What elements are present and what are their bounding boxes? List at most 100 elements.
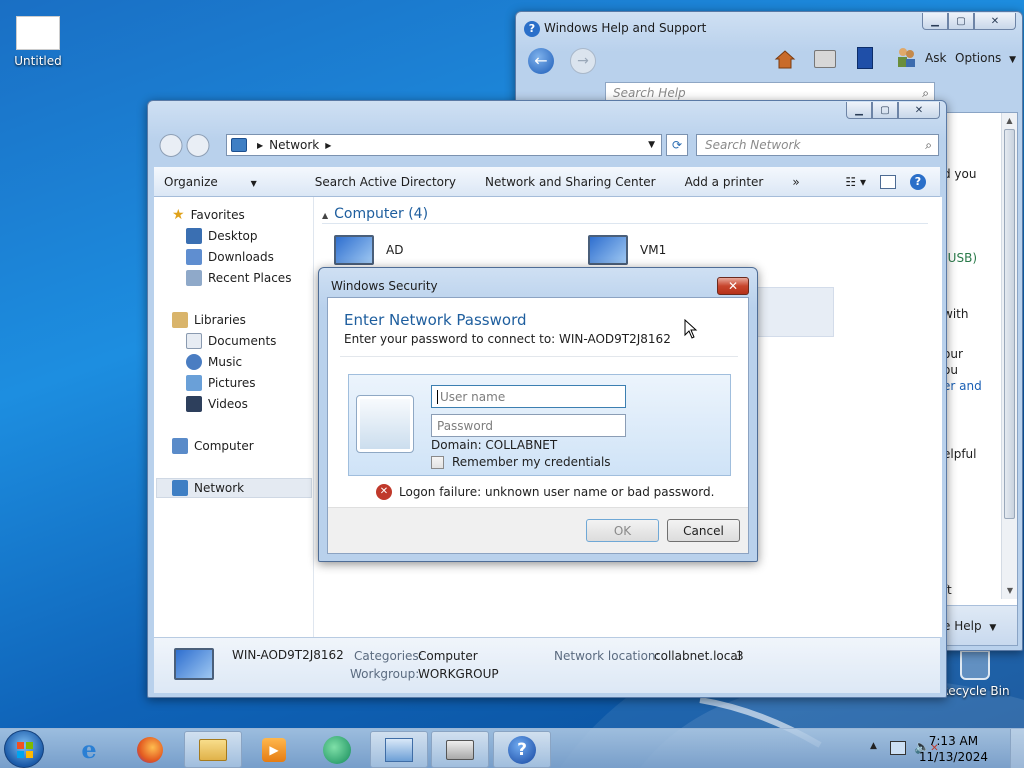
nav-item-computer[interactable]: Computer [172,436,254,456]
nav-item-favorites[interactable]: ★ Favorites [172,205,245,225]
help-text-fragment: elpful [943,447,977,461]
organize-menu[interactable]: Organize ▼ [164,175,286,189]
help-scrollbar[interactable]: ▲ ▼ [1001,113,1017,599]
nav-item-label: Videos [208,397,248,411]
address-dropdown-icon[interactable]: ▼ [648,140,655,150]
help-icon[interactable]: ? [910,173,926,190]
taskbar-ie[interactable]: e [60,731,118,768]
nav-back-forward[interactable] [158,133,214,158]
browse-help-icon[interactable] [857,47,873,69]
search-icon: ⌕ [922,85,929,100]
network-icon [231,138,247,152]
details-workgroup-value: WORKGROUP [418,667,499,681]
search-ad-button[interactable]: Search Active Directory [315,175,456,189]
options-label: Options [955,51,1002,65]
computer-icon [588,235,628,265]
help-icon: ? [508,735,536,764]
more-commands-button[interactable]: » [792,175,799,189]
nav-item-libraries[interactable]: Libraries [172,310,246,330]
view-options-icon[interactable]: ☷ ▾ [845,175,866,189]
desktop-icon-recycle-bin[interactable]: Recycle Bin [935,650,1015,698]
nav-item-documents[interactable]: Documents [186,331,276,351]
maximize-button[interactable]: ▢ [948,13,974,30]
ask-label[interactable]: Ask [925,51,946,65]
minimize-button[interactable]: ▁ [922,13,948,30]
ok-button[interactable]: OK [586,519,659,542]
network-icon [172,480,188,496]
nav-item-downloads[interactable]: Downloads [186,247,274,267]
desktop-icon-label: Untitled [14,54,62,68]
nav-item-videos[interactable]: Videos [186,394,248,414]
dialog-separator [340,356,738,357]
preview-pane-icon[interactable] [880,174,896,189]
minimize-button[interactable]: ▁ [846,102,872,119]
network-item-ad[interactable]: AD [334,235,403,265]
start-button[interactable] [4,730,44,768]
group-header[interactable]: ▲ Computer (4) [322,206,928,224]
password-placeholder: Password [437,418,494,433]
scroll-down-arrow[interactable]: ▼ [1002,583,1018,599]
ask-icon[interactable] [896,46,916,68]
taskbar-app[interactable] [308,731,366,768]
taskbar-firefox[interactable] [121,731,179,768]
username-field[interactable]: User name [431,385,626,408]
dialog-footer: OK Cancel [328,507,748,553]
dialog-heading: Enter Network Password [344,311,527,329]
close-button[interactable]: ✕ [898,102,940,119]
explorer-search-input[interactable]: Search Network ⌕ [696,134,939,156]
refresh-button[interactable]: ⟳ [666,134,688,156]
dialog-close-button[interactable]: ✕ [717,277,749,295]
remember-checkbox[interactable] [431,455,444,469]
taskbar-control-panel[interactable] [370,731,428,768]
close-button[interactable]: ✕ [974,13,1016,30]
remember-label: Remember my credentials [452,455,611,469]
username-placeholder: User name [440,389,506,404]
error-text: Logon failure: unknown user name or bad … [399,485,715,499]
nav-item-network[interactable]: Network [172,478,244,498]
network-sharing-button[interactable]: Network and Sharing Center [485,175,656,189]
nav-item-label: Computer [194,439,254,453]
taskbar-help[interactable]: ? [493,731,551,768]
taskbar-media-player[interactable]: ▶ [245,731,303,768]
home-icon[interactable] [774,48,796,70]
network-tray-icon[interactable] [890,741,906,755]
print-icon[interactable] [814,50,836,68]
add-printer-button[interactable]: Add a printer [685,175,764,189]
address-bar[interactable]: ▶ Network ▶ ▼ [226,134,662,156]
computer-icon [174,648,214,680]
show-desktop-button[interactable] [1010,729,1024,768]
help-link-fragment[interactable]: (USB) [943,251,977,265]
nav-item-label: Network [194,481,245,495]
help-text-fragment: d you [943,167,977,181]
system-clock[interactable]: 7:13 AM 11/13/2024 [919,733,988,765]
nav-item-pictures[interactable]: Pictures [186,373,256,393]
nav-item-label: Downloads [208,250,274,264]
maximize-button[interactable]: ▢ [872,102,898,119]
remember-credentials[interactable]: Remember my credentials [431,455,611,469]
taskbar-devices-printers[interactable] [431,731,489,768]
network-item-vm1[interactable]: VM1 [588,235,666,265]
printer-icon [446,739,474,760]
music-icon [186,354,202,370]
back-button[interactable]: ← [528,48,554,74]
taskbar: e ▶ ? ▲ 🔈✕ 7:13 AM 11/13/2024 [0,728,1024,768]
password-field[interactable]: Password [431,414,626,437]
nav-item-desktop[interactable]: Desktop [186,226,258,246]
forward-button[interactable]: → [570,48,596,74]
cancel-button[interactable]: Cancel [667,519,740,542]
details-location-value: collabnet.local [654,649,742,663]
taskbar-explorer[interactable] [184,731,242,768]
options-menu[interactable]: Options ▼ [955,51,1016,65]
breadcrumb[interactable]: Network [269,138,319,152]
help-link-fragment[interactable]: er and [943,379,982,393]
desktop-icon-untitled[interactable]: Untitled [0,16,78,68]
scroll-up-arrow[interactable]: ▲ [1002,113,1017,129]
nav-item-recent-places[interactable]: Recent Places [186,268,291,288]
tray-show-hidden-icon[interactable]: ▲ [870,741,877,751]
text-cursor [437,389,438,404]
scroll-thumb[interactable] [1004,129,1015,519]
help-menu[interactable]: e Help ▼ [943,619,996,633]
nav-item-music[interactable]: Music [186,352,242,372]
details-workgroup-label: Workgroup: [350,667,420,681]
pictures-icon [186,375,202,391]
